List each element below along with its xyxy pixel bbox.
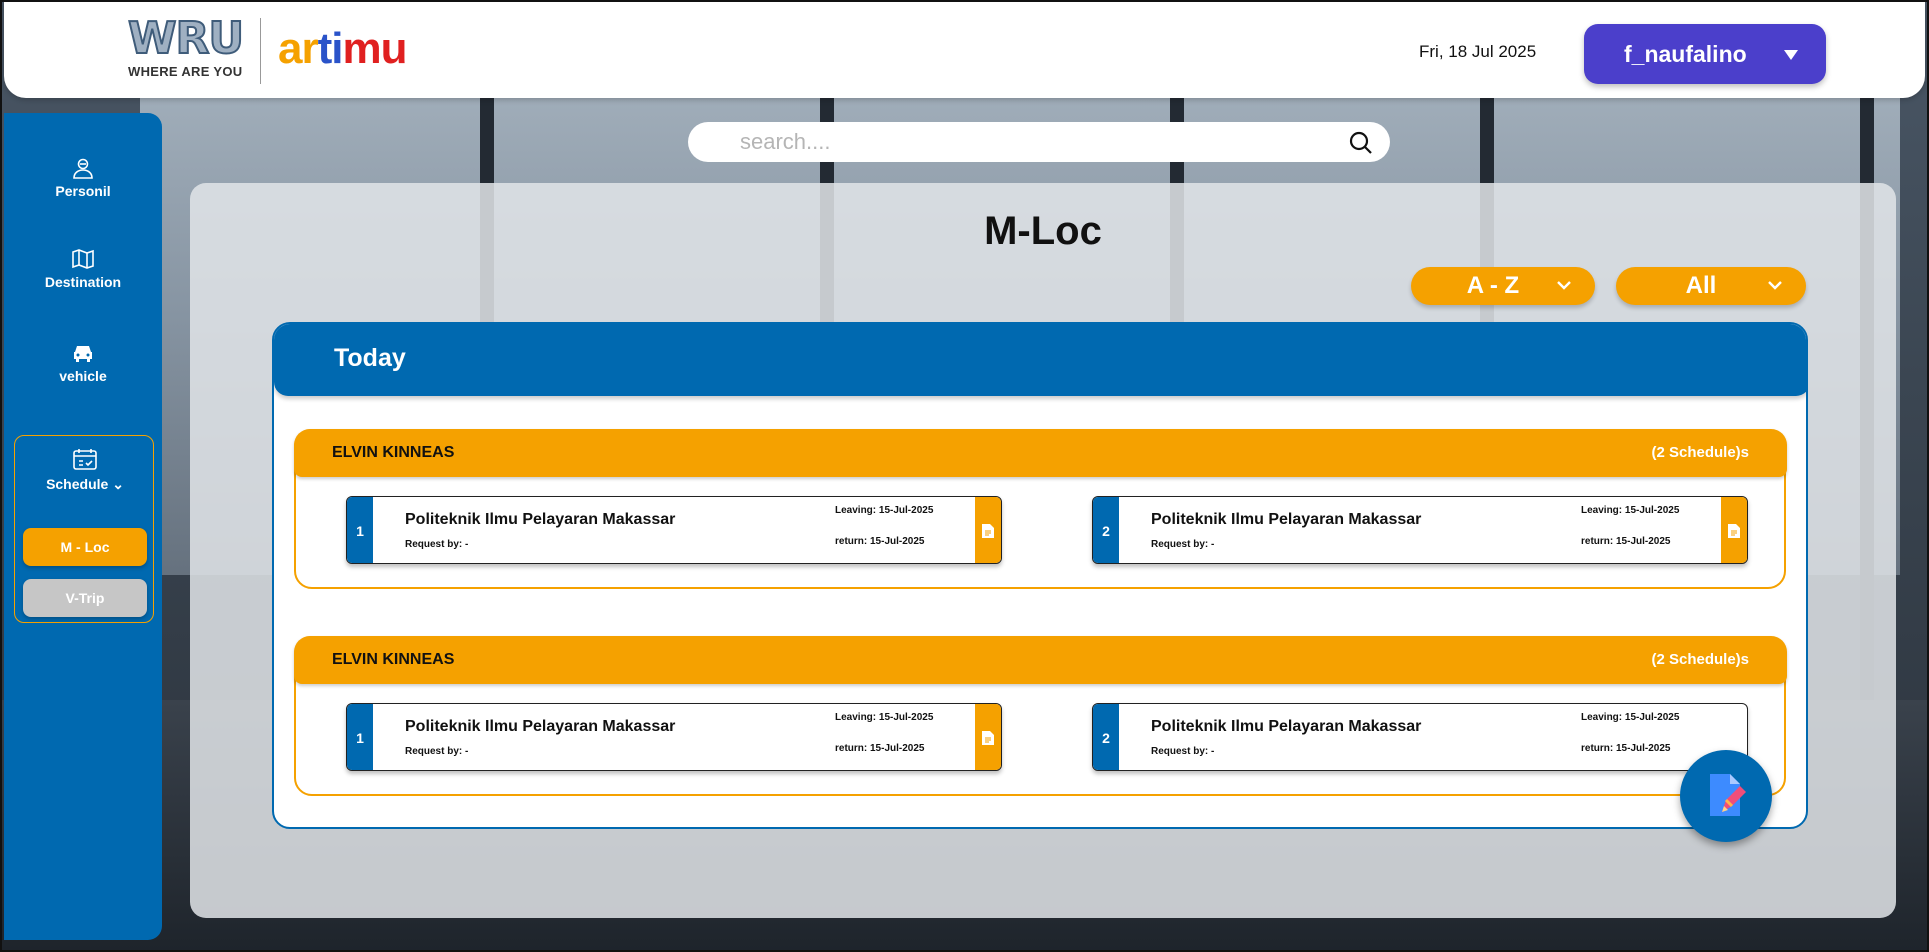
artimu-logo-part: ti	[317, 24, 344, 73]
schedule-card[interactable]: 2 Politeknik Ilmu Pelayaran Makassar Req…	[1092, 703, 1748, 771]
sidebar: Personil Destination vehicle Schedule ⌄ …	[4, 113, 162, 940]
group-person-name: ELVIN KINNEAS	[332, 651, 455, 668]
main-panel: M-Loc A - Z All Today ELVIN KINNEAS (2 S…	[190, 183, 1896, 918]
search-icon[interactable]	[1348, 130, 1374, 156]
sidebar-item-destination[interactable]: Destination	[4, 248, 162, 290]
schedule-leaving-date: Leaving: 15-Jul-2025	[835, 712, 934, 723]
search-input[interactable]	[740, 129, 1300, 155]
schedule-request-by: Request by: -	[1151, 539, 1215, 550]
document-icon[interactable]	[975, 704, 1001, 770]
chevron-down-icon: ⌄	[112, 476, 124, 492]
map-icon	[72, 249, 94, 269]
wru-logo-subtitle: WHERE ARE YOU	[128, 64, 243, 79]
schedule-leaving-date: Leaving: 15-Jul-2025	[835, 505, 934, 516]
caret-down-icon	[1784, 50, 1798, 60]
sort-dropdown-label: A - Z	[1466, 272, 1520, 299]
username: f_naufalino	[1624, 40, 1747, 67]
schedule-label: Schedule	[46, 476, 109, 492]
artimu-logo[interactable]: artimu	[278, 24, 407, 74]
schedule-place: Politeknik Ilmu Pelayaran Makassar	[405, 511, 676, 528]
schedule-number: 2	[1093, 497, 1119, 563]
schedule-card[interactable]: 2 Politeknik Ilmu Pelayaran Makassar Req…	[1092, 496, 1748, 564]
schedule-leaving-date: Leaving: 15-Jul-2025	[1581, 505, 1680, 516]
today-header: Today	[274, 324, 1806, 396]
schedule-return-date: return: 15-Jul-2025	[1581, 536, 1671, 547]
current-date: Fri, 18 Jul 2025	[1419, 42, 1537, 61]
group-schedule-count: (2 Schedule)s	[1651, 444, 1749, 461]
schedule-return-date: return: 15-Jul-2025	[1581, 743, 1671, 754]
schedule-menu-group: Schedule ⌄ M - Loc V-Trip	[14, 435, 154, 623]
schedule-place: Politeknik Ilmu Pelayaran Makassar	[405, 718, 676, 735]
schedule-leaving-date: Leaving: 15-Jul-2025	[1581, 712, 1680, 723]
user-menu-button[interactable]: f_naufalino	[1584, 24, 1826, 84]
search-bar	[688, 122, 1390, 162]
calendar-icon	[73, 449, 97, 470]
schedule-card[interactable]: 1 Politeknik Ilmu Pelayaran Makassar Req…	[346, 703, 1002, 771]
schedule-group: ELVIN KINNEAS (2 Schedule)s 1 Politeknik…	[294, 636, 1787, 796]
schedule-place: Politeknik Ilmu Pelayaran Makassar	[1151, 718, 1422, 735]
category-dropdown[interactable]: All	[1616, 267, 1806, 305]
sidebar-item-personil[interactable]: Personil	[4, 157, 162, 199]
sidebar-item-v-trip[interactable]: V-Trip	[23, 579, 147, 617]
chevron-down-icon	[1768, 281, 1782, 290]
document-icon[interactable]	[1721, 497, 1747, 563]
sidebar-item-label: Destination	[44, 274, 122, 290]
artimu-logo-part: mu	[342, 24, 407, 73]
today-title: Today	[334, 344, 406, 372]
sidebar-item-label: Personil	[55, 183, 111, 199]
top-header: WRU WHERE ARE YOU artimu Fri, 18 Jul 202…	[4, 2, 1925, 98]
group-schedule-count: (2 Schedule)s	[1651, 651, 1749, 668]
schedule-menu-toggle[interactable]: Schedule ⌄	[15, 448, 155, 493]
group-header[interactable]: ELVIN KINNEAS (2 Schedule)s	[294, 429, 1787, 477]
page-title: M-Loc	[984, 209, 1102, 253]
schedule-return-date: return: 15-Jul-2025	[835, 743, 925, 754]
wru-logo[interactable]: WRU WHERE ARE YOU	[127, 13, 248, 80]
artimu-logo-part: ar	[278, 24, 319, 73]
schedule-number: 2	[1093, 704, 1119, 770]
schedule-request-by: Request by: -	[405, 539, 469, 550]
logo-divider	[260, 18, 261, 84]
schedule-return-date: return: 15-Jul-2025	[835, 536, 925, 547]
edit-document-icon	[1710, 774, 1746, 816]
schedule-number: 1	[347, 497, 373, 563]
schedule-card[interactable]: 1 Politeknik Ilmu Pelayaran Makassar Req…	[346, 496, 1002, 564]
schedule-number: 1	[347, 704, 373, 770]
category-dropdown-label: All	[1685, 272, 1717, 299]
schedule-request-by: Request by: -	[1151, 746, 1215, 757]
sort-dropdown[interactable]: A - Z	[1411, 267, 1595, 305]
sidebar-item-label: vehicle	[59, 368, 107, 384]
wru-logo-text: WRU	[127, 13, 245, 64]
document-icon[interactable]	[975, 497, 1001, 563]
schedule-group: ELVIN KINNEAS (2 Schedule)s 1 Politeknik…	[294, 429, 1787, 589]
group-header[interactable]: ELVIN KINNEAS (2 Schedule)s	[294, 636, 1787, 684]
today-section: Today ELVIN KINNEAS (2 Schedule)s 1 Poli…	[272, 322, 1808, 829]
sidebar-item-vehicle[interactable]: vehicle	[4, 342, 162, 384]
create-schedule-button[interactable]	[1680, 750, 1772, 842]
chevron-down-icon	[1557, 281, 1571, 290]
group-person-name: ELVIN KINNEAS	[332, 444, 455, 461]
sidebar-item-m-loc[interactable]: M - Loc	[23, 528, 147, 566]
schedule-place: Politeknik Ilmu Pelayaran Makassar	[1151, 511, 1422, 528]
schedule-request-by: Request by: -	[405, 746, 469, 757]
car-icon	[74, 346, 92, 362]
person-icon	[73, 158, 93, 179]
